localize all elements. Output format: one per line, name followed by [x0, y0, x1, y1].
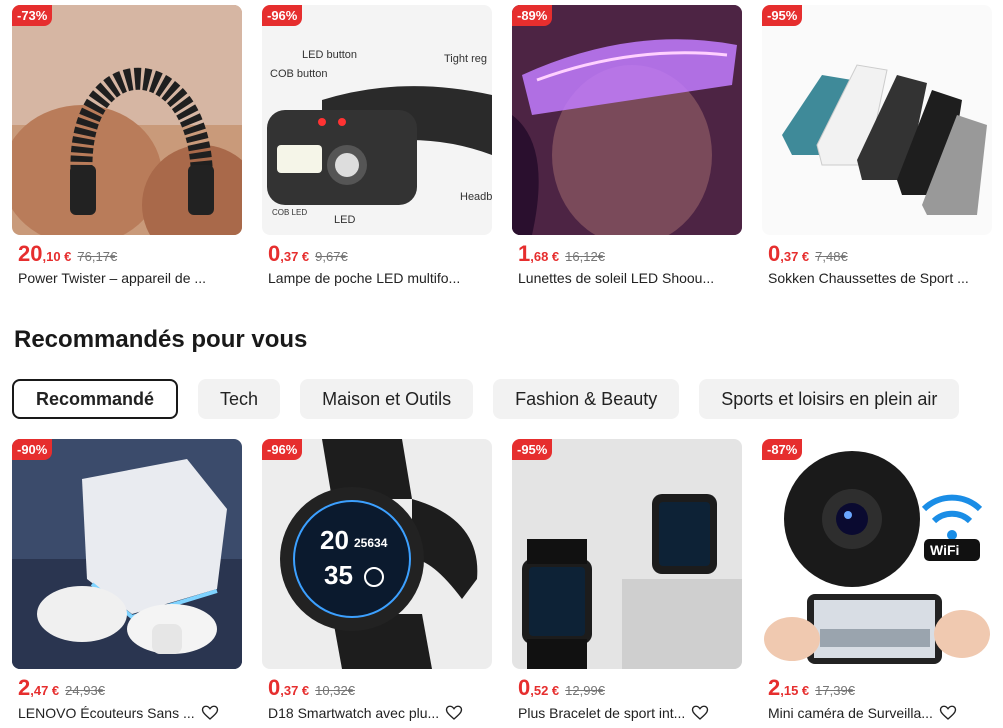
- product-card[interactable]: -95% 0,37 € 7,48€ Sokken Chaussettes de …: [762, 5, 992, 286]
- heart-outline-icon[interactable]: [939, 704, 957, 722]
- heart-outline-icon[interactable]: [445, 704, 463, 722]
- tab-fashion-beauty[interactable]: Fashion & Beauty: [493, 379, 680, 419]
- discount-badge: -95%: [762, 5, 803, 26]
- product-title[interactable]: Lunettes de soleil LED Shoou...: [518, 270, 714, 286]
- product-image[interactable]: WiFi -87%: [762, 439, 992, 669]
- product-card[interactable]: 20 25634 35 -96% 0,37 € 10,32€ D18 Smart…: [262, 439, 492, 722]
- product-title[interactable]: Mini caméra de Surveilla...: [768, 705, 933, 721]
- product-title[interactable]: Lampe de poche LED multifo...: [268, 270, 460, 286]
- tab-tech[interactable]: Tech: [198, 379, 281, 419]
- discount-badge: -95%: [512, 439, 553, 460]
- product-title[interactable]: Plus Bracelet de sport int...: [518, 705, 685, 721]
- product-grid-top: -73% 20,10 € 76,17€ Power Twister – appa…: [12, 5, 992, 286]
- original-price: 24,93€: [65, 683, 105, 698]
- image-label: COB button: [270, 68, 327, 80]
- original-price: 7,48€: [815, 249, 848, 264]
- product-image[interactable]: -89%: [512, 5, 742, 235]
- section-title: Recommandés pour vous: [14, 326, 308, 353]
- wifi-label: WiFi: [930, 542, 959, 558]
- heart-outline-icon[interactable]: [201, 704, 219, 722]
- original-price: 17,39€: [815, 683, 855, 698]
- product-card[interactable]: -73% 20,10 € 76,17€ Power Twister – appa…: [12, 5, 242, 286]
- product-card[interactable]: WiFi -87% 2,15 € 17,39€ Mini caméra de S…: [762, 439, 992, 722]
- product-title[interactable]: Sokken Chaussettes de Sport ...: [768, 270, 969, 286]
- product-image[interactable]: 20 25634 35 -96%: [262, 439, 492, 669]
- product-card[interactable]: -95% 0,52 € 12,99€ Plus Bracelet de spor…: [512, 439, 742, 722]
- product-card[interactable]: -90% 2,47 € 24,93€ LENOVO Écouteurs Sans…: [12, 439, 242, 722]
- original-price: 12,99€: [565, 683, 605, 698]
- sale-price: 2,15 €: [768, 675, 810, 700]
- discount-badge: -96%: [262, 439, 303, 460]
- product-grid-recommended: -90% 2,47 € 24,93€ LENOVO Écouteurs Sans…: [12, 439, 992, 722]
- watch-display-value: 25634: [354, 536, 388, 550]
- original-price: 16,12€: [565, 249, 605, 264]
- product-image[interactable]: LED button COB button Tight reg Headb CO…: [262, 5, 492, 235]
- sale-price: 2,47 €: [18, 675, 60, 700]
- original-price: 10,32€: [315, 683, 355, 698]
- product-card[interactable]: LED button COB button Tight reg Headb CO…: [262, 5, 492, 286]
- image-label: Tight reg: [444, 53, 487, 65]
- product-title[interactable]: D18 Smartwatch avec plu...: [268, 705, 439, 721]
- sale-price: 0,37 €: [268, 675, 310, 700]
- discount-badge: -96%: [262, 5, 303, 26]
- product-image[interactable]: -73%: [12, 5, 242, 235]
- sale-price: 0,52 €: [518, 675, 560, 700]
- original-price: 9,67€: [315, 249, 348, 264]
- sale-price: 0,37 €: [268, 241, 310, 266]
- product-title[interactable]: Power Twister – appareil de ...: [18, 270, 206, 286]
- original-price: 76,17€: [77, 249, 118, 264]
- discount-badge: -73%: [12, 5, 53, 26]
- sale-price: 20,10 €: [18, 241, 72, 266]
- tab-sports-loisirs[interactable]: Sports et loisirs en plein air: [699, 379, 960, 419]
- category-tabs: Recommandé Tech Maison et Outils Fashion…: [12, 379, 960, 419]
- product-title[interactable]: LENOVO Écouteurs Sans ...: [18, 705, 195, 721]
- image-label: LED button: [302, 49, 357, 61]
- image-label: LED: [334, 214, 355, 226]
- image-label: Headb: [460, 191, 492, 203]
- product-card[interactable]: -89% 1,68 € 16,12€ Lunettes de soleil LE…: [512, 5, 742, 286]
- tab-recommande[interactable]: Recommandé: [12, 379, 179, 419]
- product-image[interactable]: -90%: [12, 439, 242, 669]
- sale-price: 0,37 €: [768, 241, 810, 266]
- heart-outline-icon[interactable]: [691, 704, 709, 722]
- product-image[interactable]: -95%: [762, 5, 992, 235]
- product-image[interactable]: -95%: [512, 439, 742, 669]
- image-label: COB LED: [272, 208, 307, 217]
- tab-maison-et-outils[interactable]: Maison et Outils: [300, 379, 474, 419]
- sale-price: 1,68 €: [518, 241, 560, 266]
- watch-display-value: 35: [324, 560, 353, 590]
- watch-display-value: 20: [320, 525, 349, 555]
- discount-badge: -90%: [12, 439, 53, 460]
- discount-badge: -89%: [512, 5, 553, 26]
- discount-badge: -87%: [762, 439, 803, 460]
